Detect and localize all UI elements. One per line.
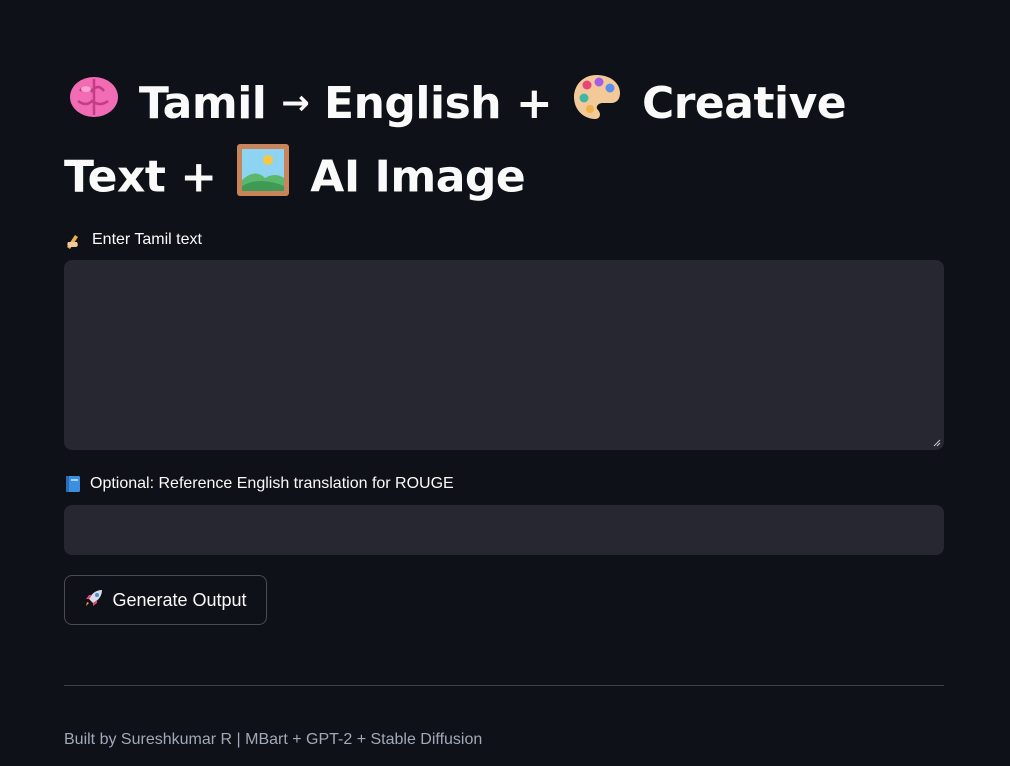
blue-book-icon (64, 475, 82, 493)
rocket-icon (84, 588, 104, 613)
tamil-text-input[interactable] (64, 260, 944, 450)
reference-translation-label-text: Optional: Reference English translation … (90, 475, 454, 492)
tamil-text-label-text: Enter Tamil text (92, 231, 202, 248)
title-part-creative: Creative (641, 78, 847, 129)
generate-output-label: Generate Output (112, 589, 247, 610)
generate-output-button[interactable]: Generate Output (64, 575, 267, 625)
brain-icon (68, 71, 120, 142)
title-part-tamil: Tamil (138, 78, 267, 129)
writing-hand-icon (64, 230, 84, 250)
page-title: Tamil → English + Creative Text + AI Ima… (64, 70, 944, 217)
reference-translation-label: Optional: Reference English translation … (64, 475, 454, 493)
footer-credit: Built by Sureshkumar R | MBart + GPT-2 +… (64, 731, 483, 748)
title-part-english: English + (324, 78, 553, 129)
palette-icon (571, 71, 623, 142)
arrow-icon: → (281, 83, 310, 123)
framed-picture-icon (235, 142, 291, 217)
title-part-ai-image: AI Image (310, 151, 526, 202)
reference-translation-input[interactable] (64, 505, 944, 555)
resize-handle-icon[interactable] (933, 439, 941, 447)
title-part-text: Text + (64, 151, 217, 202)
divider (64, 685, 944, 686)
tamil-text-label: Enter Tamil text (64, 230, 202, 250)
